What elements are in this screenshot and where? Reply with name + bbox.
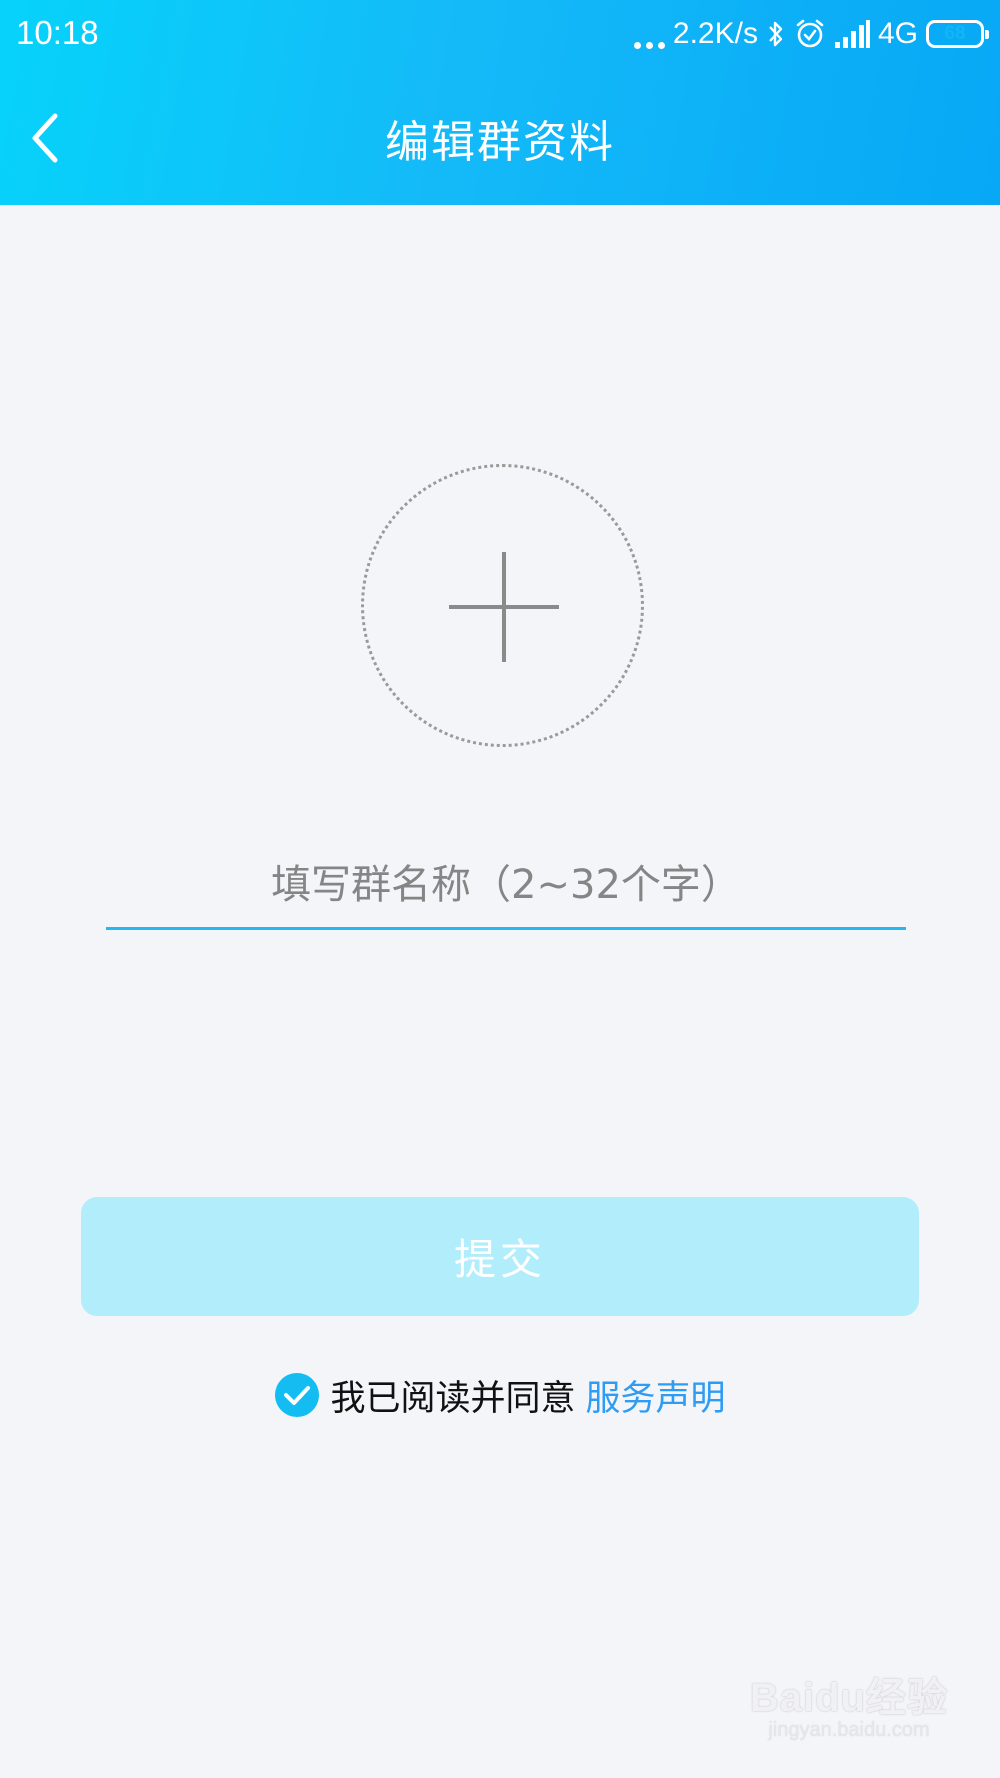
status-bar: 10:18 2.2K/s 4G 68 <box>0 0 1000 70</box>
app-header: 10:18 2.2K/s 4G 68 编辑群资料 <box>0 0 1000 205</box>
group-name-field <box>106 845 906 930</box>
bluetooth-icon <box>769 21 783 47</box>
watermark-logo: Baidu经验 <box>749 1676 948 1720</box>
checkbox-checked-icon[interactable] <box>274 1372 320 1418</box>
page-title: 编辑群资料 <box>385 117 615 168</box>
nav-bar: 编辑群资料 <box>0 70 1000 205</box>
signal-icon <box>834 20 870 48</box>
group-name-input[interactable] <box>106 845 906 925</box>
more-dots-icon <box>633 19 665 49</box>
battery-icon: 68 <box>926 20 989 48</box>
submit-button[interactable]: 提交 <box>81 1197 919 1316</box>
status-indicators: 2.2K/s 4G 68 <box>633 14 989 54</box>
alarm-icon <box>796 19 824 48</box>
agreement-text: 我已阅读并同意 <box>330 1378 576 1419</box>
watermark-url: jingyan.baidu.com <box>768 1719 930 1741</box>
network-speed: 2.2K/s <box>672 17 758 50</box>
plus-icon <box>449 552 559 662</box>
network-type: 4G <box>877 17 918 50</box>
group-avatar-upload[interactable] <box>361 464 644 747</box>
agreement-row: 我已阅读并同意 服务声明 <box>0 1365 1000 1425</box>
status-time: 10:18 <box>16 14 99 51</box>
watermark: Baidu经验 jingyan.baidu.com <box>750 1665 948 1742</box>
battery-level: 68 <box>944 23 966 44</box>
service-statement-link[interactable]: 服务声明 <box>586 1370 726 1421</box>
